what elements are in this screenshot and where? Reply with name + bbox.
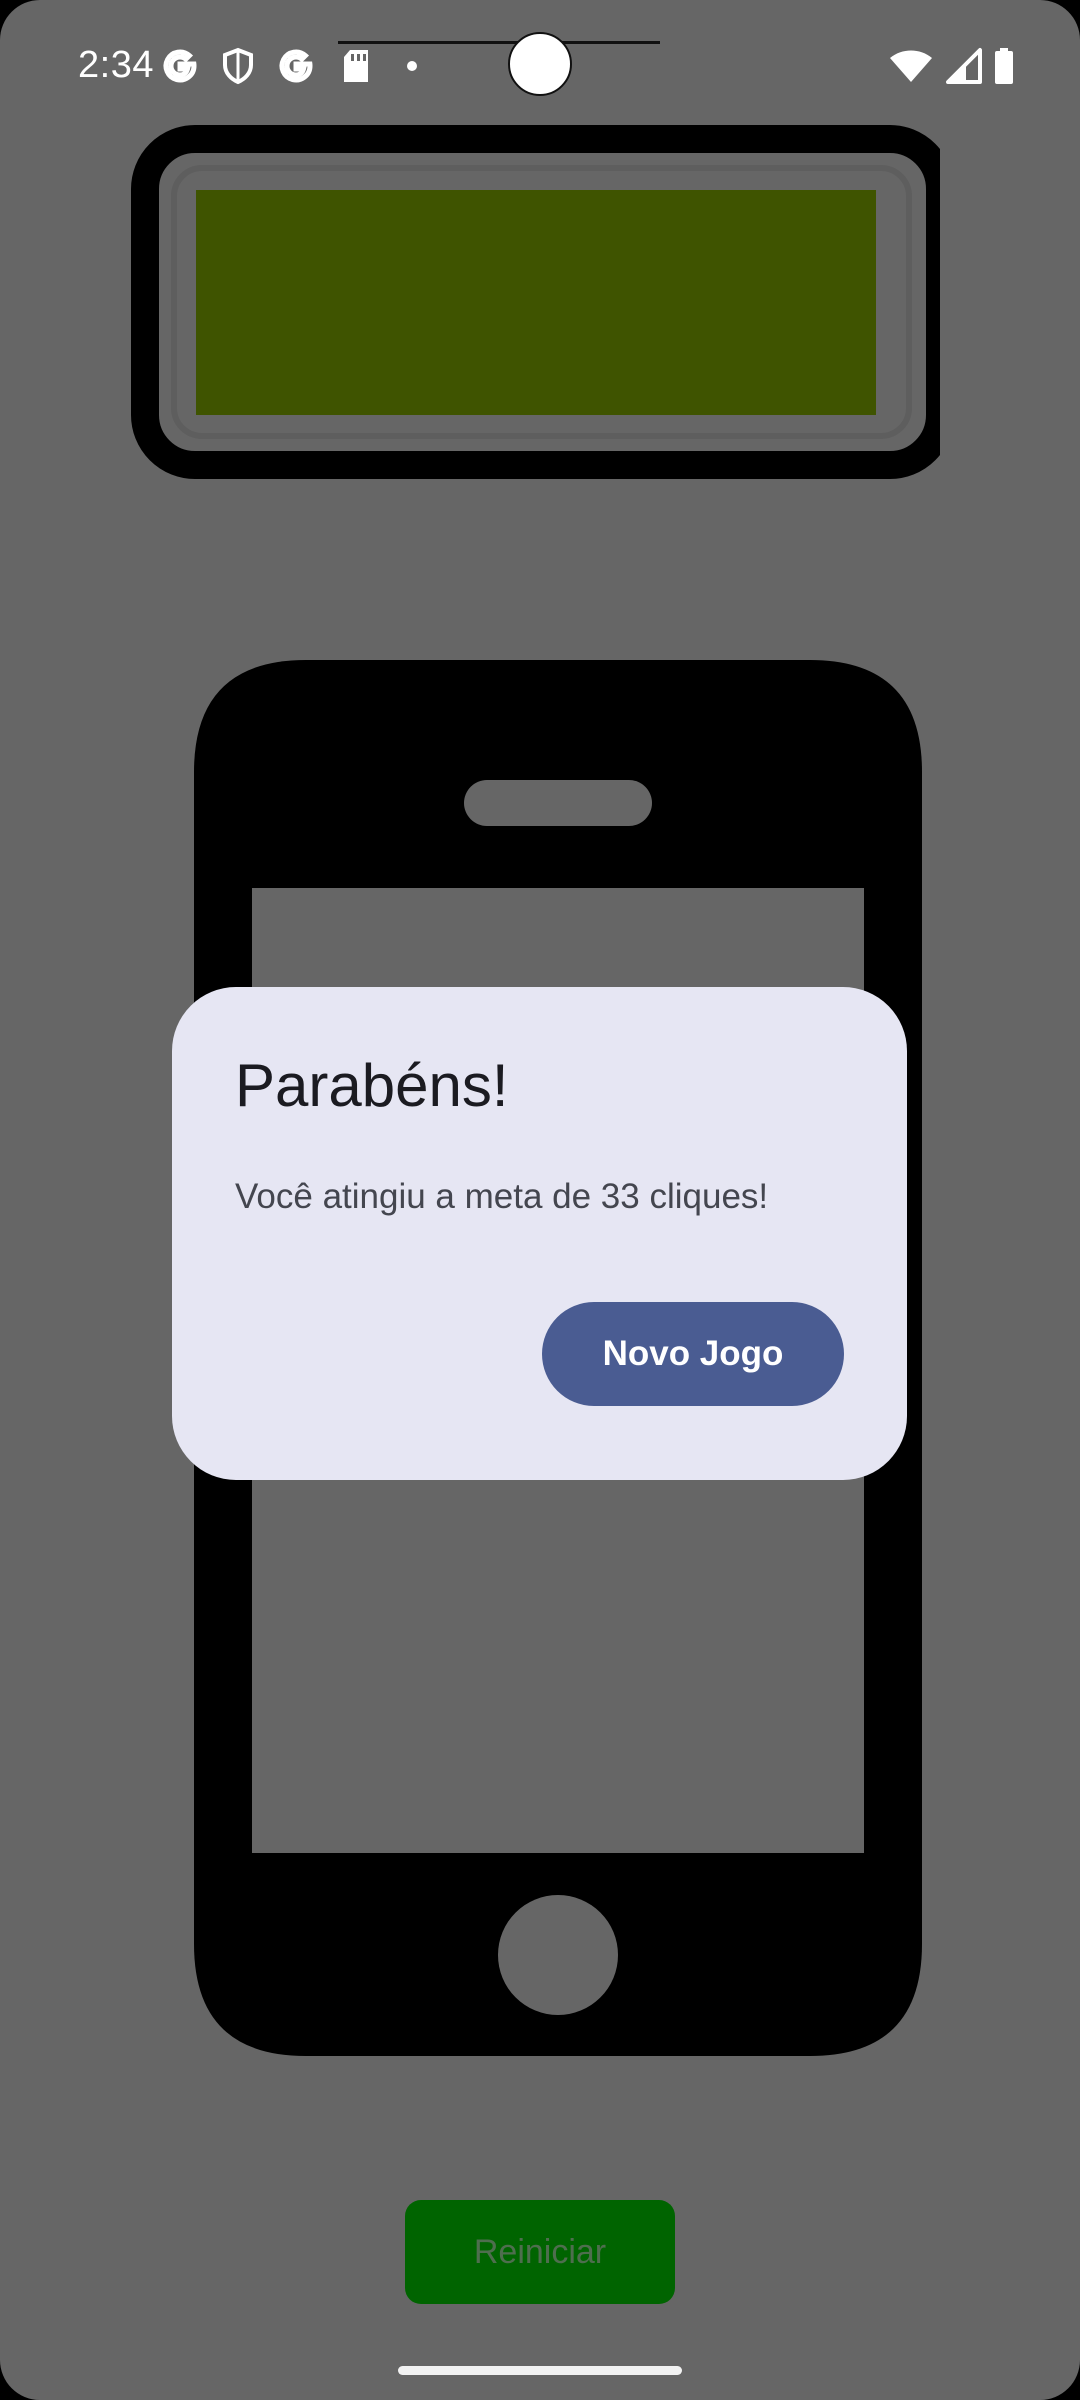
battery-illustration [130,124,982,480]
battery-icon [984,46,1024,86]
sd-card-icon [336,46,376,86]
google-icon [276,46,316,86]
new-game-button[interactable]: Novo Jogo [542,1302,844,1406]
home-indicator[interactable] [398,2366,682,2375]
shield-icon [218,46,258,86]
wifi-icon [888,46,934,86]
app-screen: 2:34 Reiniciar Parabéns! Você atingiu a … [0,0,1080,2400]
dialog-message: Você atingiu a meta de 33 cliques! [235,1177,769,1216]
signal-icon [944,46,984,86]
google-icon [160,46,200,86]
camera-cutout [508,32,572,96]
restart-button[interactable]: Reiniciar [405,2200,675,2304]
notch-line [338,41,660,44]
dot-icon [398,46,438,86]
status-time: 2:34 [78,44,154,86]
dialog-title: Parabéns! [235,1052,509,1119]
congrats-dialog: Parabéns! Você atingiu a meta de 33 cliq… [172,987,907,1480]
status-bar: 2:34 [0,0,1080,130]
